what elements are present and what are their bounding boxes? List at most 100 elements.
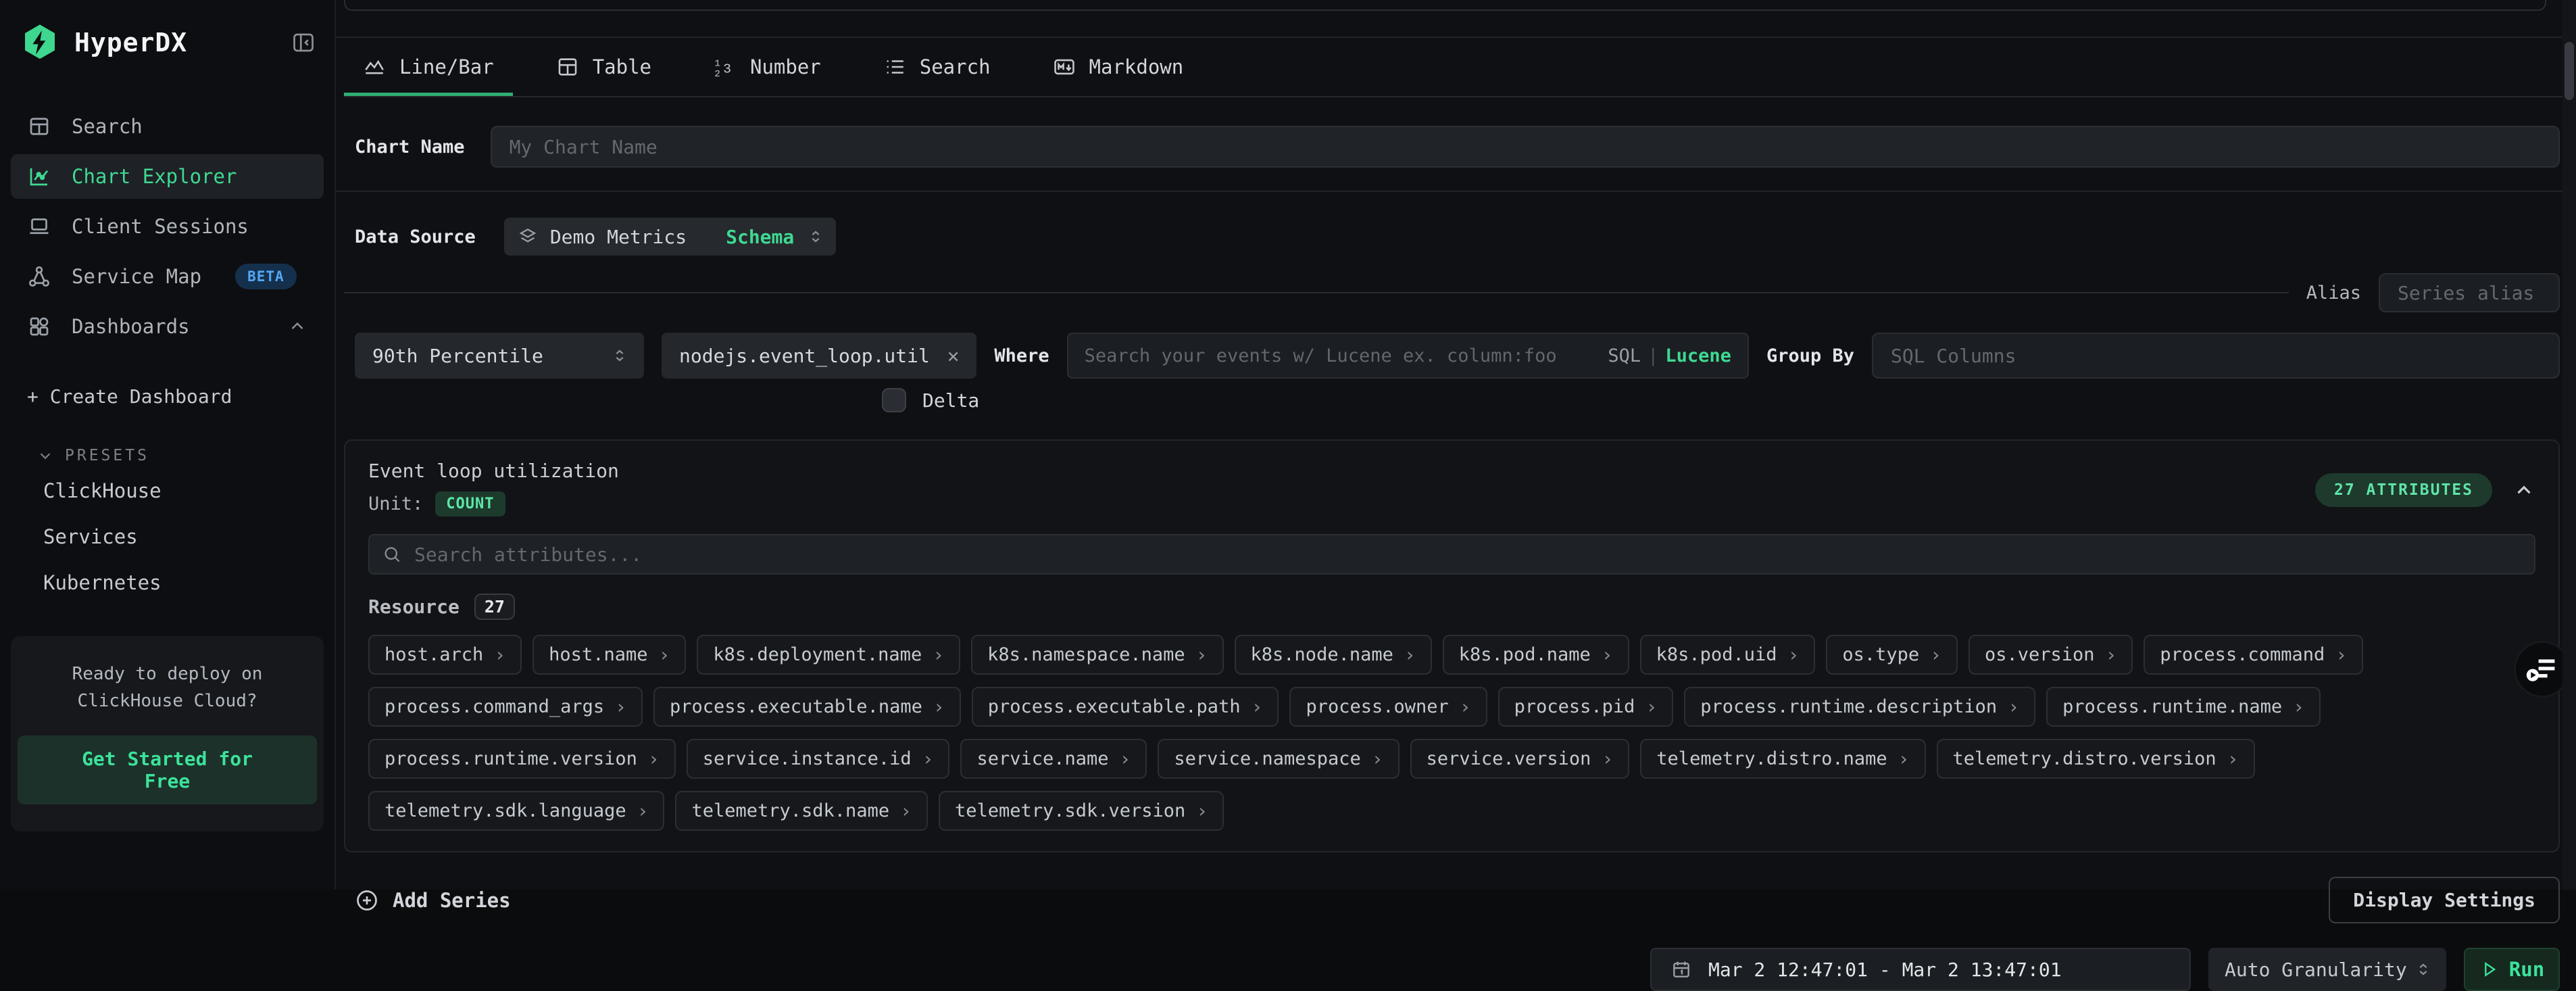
attribute-tag[interactable]: service.version › [1410,739,1630,779]
attribute-tag[interactable]: telemetry.distro.version › [1937,739,2255,779]
sidebar-item-service-map[interactable]: Service Map BETA [0,254,335,299]
attribute-tag[interactable]: service.namespace › [1158,739,1399,779]
attribute-tag-label: host.name [549,644,647,665]
attribute-tag[interactable]: os.version › [1968,635,2133,675]
queue-list-icon [2525,652,2560,687]
attribute-search [368,534,2535,575]
chevron-right-icon: › [2293,698,2304,717]
add-series-label: Add Series [393,889,511,912]
tab-markdown[interactable]: Markdown [1034,38,1203,96]
attribute-tag[interactable]: k8s.pod.uid › [1640,635,1816,675]
chevron-up-icon[interactable] [287,316,307,337]
preset-item[interactable]: ClickHouse [43,479,335,502]
group-by-input[interactable] [1872,333,2560,379]
sidebar-item-search[interactable]: Search [0,104,335,149]
granularity-select[interactable]: Auto Granularity [2208,948,2446,991]
attribute-tag[interactable]: process.command_args › [368,687,643,727]
sidebar: HyperDX Search Chart Explorer [0,0,336,890]
sidebar-item-dashboards[interactable]: Dashboards [0,304,335,349]
resource-group-row: Resource 27 [368,594,2535,620]
presets-header[interactable]: PRESETS [36,447,335,464]
chevron-down-icon [36,447,54,464]
query-language-toggle: SQL|Lucene [1594,345,1731,366]
attribute-tag[interactable]: telemetry.sdk.version › [939,791,1224,831]
granularity-value: Auto Granularity [2225,959,2407,981]
tab-line-bar[interactable]: Line/Bar [344,38,513,96]
delta-checkbox[interactable] [882,388,906,412]
attribute-tag[interactable]: process.command › [2144,635,2363,675]
attribute-tag-label: service.namespace [1174,748,1360,769]
sidebar-item-label: Service Map [72,265,201,288]
attribute-tag[interactable]: k8s.namespace.name › [971,635,1223,675]
attribute-tag[interactable]: process.runtime.description › [1684,687,2035,727]
collapse-panel-icon[interactable] [2512,479,2535,502]
scrollbar-track[interactable] [2562,0,2576,890]
attribute-tag[interactable]: service.instance.id › [687,739,950,779]
metric-tag[interactable]: nodejs.event_loop.util ✕ [662,333,976,379]
laptop-icon [27,214,51,239]
remove-metric-icon[interactable]: ✕ [947,344,959,367]
table-icon [556,55,579,78]
attribute-tag[interactable]: k8s.deployment.name › [697,635,960,675]
attribute-tag[interactable]: telemetry.sdk.language › [368,791,664,831]
app: HyperDX Search Chart Explorer [0,0,2576,890]
create-dashboard-button[interactable]: + Create Dashboard [27,385,335,408]
display-settings-button[interactable]: Display Settings [2329,877,2560,923]
attribute-search-input[interactable] [414,543,2522,566]
unit-line: Unit: COUNT [368,491,619,516]
attribute-tag-label: telemetry.distro.version [1953,748,2216,769]
line-chart-icon [363,55,386,78]
attribute-tag[interactable]: process.runtime.name › [2046,687,2321,727]
sidebar-item-chart-explorer[interactable]: Chart Explorer [11,154,324,199]
sidebar-item-client-sessions[interactable]: Client Sessions [0,204,335,249]
preset-item[interactable]: Kubernetes [43,571,335,594]
where-search-input[interactable]: Search your events w/ Lucene ex. column:… [1067,333,1749,379]
get-started-button[interactable]: Get Started for Free [18,735,317,804]
panel-header: Event loop utilization Unit: COUNT 27 AT… [368,460,2535,516]
attribute-tag[interactable]: os.type › [1826,635,1958,675]
aggregation-select[interactable]: 90th Percentile [355,333,644,379]
attribute-tag[interactable]: telemetry.distro.name › [1640,739,1925,779]
tab-number[interactable]: 123 Number [695,38,840,96]
chevron-right-icon: › [2335,646,2347,664]
chart-explorer-icon [27,164,51,189]
attribute-tag[interactable]: process.executable.name › [653,687,961,727]
data-source-select[interactable]: Demo Metrics Schema [504,218,836,256]
attribute-tag-label: process.command_args [385,696,604,717]
attribute-tag[interactable]: k8s.node.name › [1235,635,1432,675]
add-series-button[interactable]: Add Series [355,888,511,913]
collapse-sidebar-icon[interactable] [291,30,316,55]
service-map-icon [27,264,51,289]
chevron-right-icon: › [1898,750,1910,769]
tab-label: Line/Bar [399,55,494,78]
attribute-tag[interactable]: process.runtime.version › [368,739,676,779]
run-button[interactable]: Run [2464,948,2560,991]
attribute-tag[interactable]: k8s.pod.name › [1443,635,1629,675]
attribute-tag-label: service.instance.id [703,748,912,769]
tab-table[interactable]: Table [537,38,670,96]
attribute-tag[interactable]: process.owner › [1289,687,1487,727]
attribute-tag[interactable]: host.arch › [368,635,522,675]
attribute-tag[interactable]: process.pid › [1498,687,1674,727]
attributes-count-badge: 27 ATTRIBUTES [2315,473,2492,507]
attribute-tag[interactable]: process.executable.path › [972,687,1279,727]
sidebar-nav: Search Chart Explorer Client Sessions Se… [0,104,335,349]
chevron-right-icon: › [648,750,660,769]
date-range-picker[interactable]: Mar 2 12:47:01 - Mar 2 13:47:01 [1650,948,2191,991]
attribute-tag[interactable]: telemetry.sdk.name › [675,791,927,831]
delta-row: Delta [882,388,2560,412]
data-source-value: Demo Metrics [550,226,687,248]
alias-input[interactable] [2379,273,2560,312]
attribute-tag[interactable]: service.name › [960,739,1147,779]
preset-item[interactable]: Services [43,525,335,548]
lucene-toggle[interactable]: Lucene [1665,345,1731,366]
chevron-right-icon: › [1404,646,1416,664]
tab-search[interactable]: Search [864,38,1010,96]
chevron-right-icon: › [1372,750,1383,769]
chevron-right-icon: › [1196,802,1208,821]
attribute-tag[interactable]: host.name › [532,635,686,675]
schema-link[interactable]: Schema [726,226,794,248]
scrollbar-thumb[interactable] [2565,42,2574,100]
sql-toggle[interactable]: SQL [1608,345,1641,366]
chart-name-input[interactable] [491,126,2560,168]
